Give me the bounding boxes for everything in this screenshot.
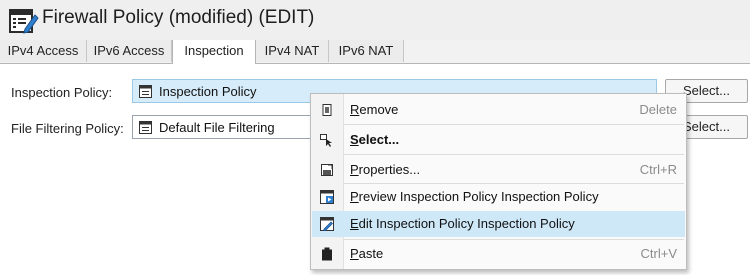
window-title: Firewall Policy (modified) (EDIT) (42, 7, 315, 28)
menu-item-properties[interactable]: Properties... Ctrl+R (312, 157, 685, 183)
menu-item-label: Edit Inspection Policy Inspection Policy (350, 216, 575, 231)
tab-ipv6-access[interactable]: IPv6 Access (87, 40, 172, 62)
menu-item-shortcut: Ctrl+R (639, 162, 677, 177)
properties-icon (321, 164, 333, 176)
policy-document-icon (139, 121, 152, 134)
edit-icon (320, 217, 334, 231)
file-filtering-policy-value: Default File Filtering (159, 120, 275, 135)
tab-ipv4-nat[interactable]: IPv4 NAT (256, 40, 329, 62)
inspection-policy-value: Inspection Policy (159, 84, 257, 99)
preview-icon (320, 190, 334, 204)
menu-item-select[interactable]: Select... (312, 127, 685, 153)
policy-document-icon (139, 85, 152, 98)
remove-icon (322, 104, 332, 116)
tab-inspection[interactable]: Inspection (172, 40, 256, 64)
file-filtering-policy-label: File Filtering Policy: (11, 121, 124, 136)
tab-ipv4-access[interactable]: IPv4 Access (0, 40, 87, 62)
menu-item-preview[interactable]: Preview Inspection Policy Inspection Pol… (312, 184, 685, 210)
menu-item-paste[interactable]: Paste Ctrl+V (312, 241, 685, 267)
menu-item-label: Remove (350, 102, 399, 117)
tab-ipv6-nat[interactable]: IPv6 NAT (329, 40, 404, 62)
menu-separator (344, 124, 684, 125)
firewall-policy-edit-icon (9, 9, 39, 34)
tab-bar: IPv4 Access IPv6 Access Inspection IPv4 … (0, 40, 750, 64)
menu-separator (344, 154, 684, 155)
menu-item-shortcut: Ctrl+V (640, 246, 677, 261)
menu-item-label: Paste (350, 246, 384, 261)
title-bar: Firewall Policy (modified) (EDIT) (0, 0, 750, 40)
inspection-policy-label: Inspection Policy: (11, 85, 113, 100)
select-cursor-icon (320, 134, 332, 147)
menu-item-shortcut: Delete (639, 102, 677, 117)
paste-icon (322, 247, 332, 261)
menu-item-label: Select... (350, 132, 400, 147)
context-menu: Remove Delete Select... Properties... Ct… (310, 93, 687, 270)
menu-item-label: Properties... (350, 162, 421, 177)
menu-item-label: Preview Inspection Policy Inspection Pol… (350, 189, 599, 204)
menu-item-remove[interactable]: Remove Delete (312, 97, 685, 123)
menu-item-edit[interactable]: Edit Inspection Policy Inspection Policy (312, 211, 685, 237)
menu-separator (344, 239, 684, 240)
